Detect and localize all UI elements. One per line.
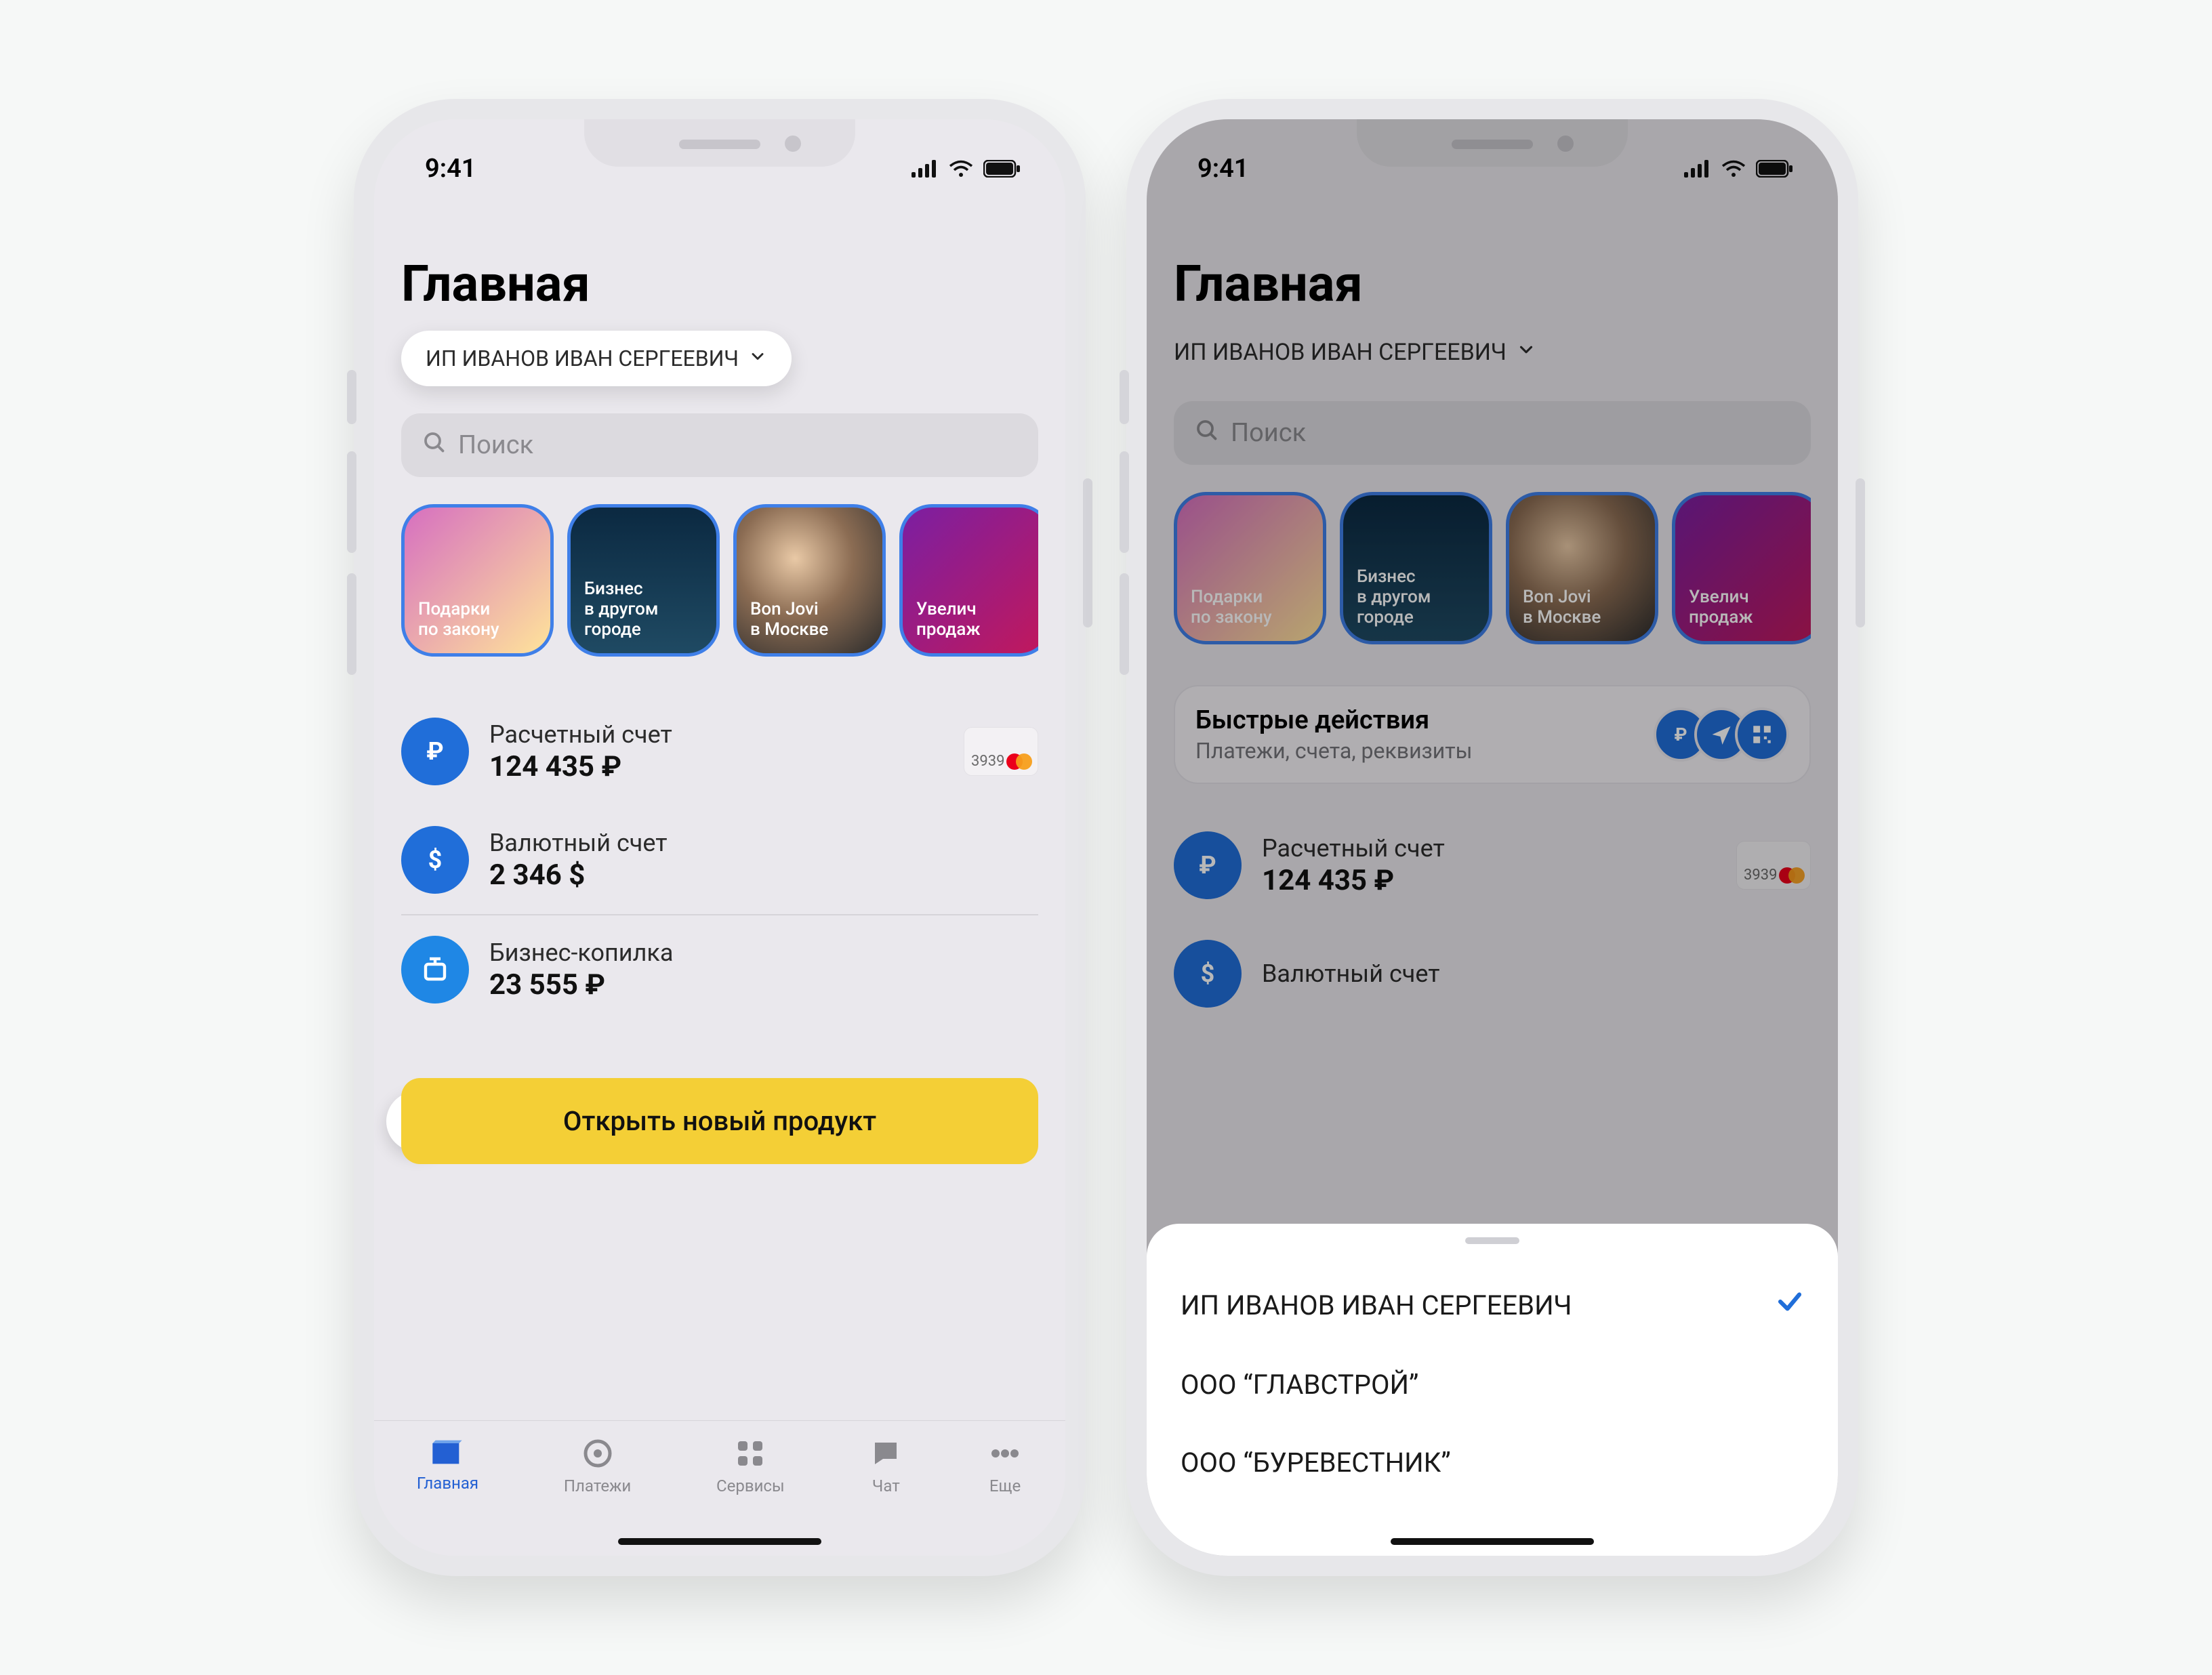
- screen-sheet: 9:41 Главная ИП ИВАНОВ ИВАН СЕРГЕЕ: [1147, 119, 1838, 1556]
- org-selector-label: ИП ИВАНОВ ИВАН СЕРГЕЕВИЧ: [426, 346, 739, 371]
- tab-services[interactable]: Сервисы: [716, 1437, 785, 1495]
- sheet-grip[interactable]: [1465, 1237, 1519, 1244]
- account-label: Бизнес-копилка: [489, 938, 1038, 967]
- account-row[interactable]: ₽ Расчетный счет 124 435 ₽ 3939: [401, 697, 1038, 806]
- account-row[interactable]: Бизнес-копилка 23 555 ₽: [401, 915, 1038, 1024]
- tab-home[interactable]: Главная: [417, 1437, 478, 1493]
- piggy-icon: [401, 936, 469, 1004]
- phone-sheet: 9:41 Главная ИП ИВАНОВ ИВАН СЕРГЕЕ: [1126, 99, 1858, 1576]
- wifi-icon: [948, 160, 974, 178]
- story-card[interactable]: Увелич продаж: [899, 504, 1038, 657]
- tab-bar: Главная Платежи Сервисы Чат Еще: [374, 1420, 1065, 1556]
- notch: [584, 119, 855, 167]
- home-indicator[interactable]: [1391, 1538, 1594, 1545]
- story-card[interactable]: Бизнес в другом городе: [567, 504, 720, 657]
- dollar-icon: $: [401, 826, 469, 894]
- search-icon: [422, 430, 446, 461]
- account-balance: 2 346 $: [489, 859, 1038, 892]
- account-label: Валютный счет: [489, 829, 1038, 857]
- account-balance: 23 555 ₽: [489, 968, 1038, 1001]
- org-picker-sheet: ИП ИВАНОВ ИВАН СЕРГЕЕВИЧ ООО “ГЛАВСТРОЙ”…: [1147, 1224, 1838, 1556]
- account-balance: 124 435 ₽: [489, 750, 943, 783]
- org-option-label: ООО “ГЛАВСТРОЙ”: [1181, 1369, 1418, 1401]
- open-product-button[interactable]: Открыть новый продукт: [401, 1078, 1038, 1164]
- account-label: Расчетный счет: [489, 720, 943, 749]
- svg-text:₽: ₽: [426, 737, 443, 766]
- mockup-canvas: 9:41 Главная ИП ИВАНОВ ИВАН СЕРГЕЕ: [0, 0, 2212, 1675]
- tab-payments[interactable]: Платежи: [564, 1437, 631, 1495]
- story-card[interactable]: Bon Jovi в Москве: [733, 504, 886, 657]
- mastercard-icon: [1006, 753, 1032, 770]
- card-last4: 3939: [971, 753, 1004, 770]
- svg-text:$: $: [428, 846, 443, 874]
- org-option[interactable]: ООО “БУРЕВЕСТНИК”: [1181, 1424, 1804, 1502]
- phone-main: 9:41 Главная ИП ИВАНОВ ИВАН СЕРГЕЕ: [354, 99, 1086, 1576]
- open-product-label: Открыть новый продукт: [563, 1105, 876, 1137]
- battery-icon: [983, 160, 1021, 178]
- org-selector[interactable]: ИП ИВАНОВ ИВАН СЕРГЕЕВИЧ: [401, 331, 792, 386]
- ruble-icon: ₽: [401, 718, 469, 785]
- stories-row[interactable]: Подарки по закону Бизнес в другом городе…: [401, 504, 1038, 657]
- chevron-down-icon: [748, 346, 767, 371]
- org-option[interactable]: ИП ИВАНОВ ИВАН СЕРГЕЕВИЧ: [1181, 1264, 1804, 1346]
- search-input[interactable]: Поиск: [401, 413, 1038, 477]
- page-title: Главная: [401, 255, 1038, 314]
- account-row[interactable]: $ Валютный счет 2 346 $: [401, 806, 1038, 914]
- status-time: 9:41: [425, 154, 476, 184]
- accounts-list: ₽ Расчетный счет 124 435 ₽ 3939: [401, 697, 1038, 1024]
- check-icon: [1776, 1287, 1804, 1323]
- org-option-label: ООО “БУРЕВЕСТНИК”: [1181, 1447, 1451, 1478]
- story-card[interactable]: Подарки по закону: [401, 504, 554, 657]
- tab-more[interactable]: Еще: [987, 1437, 1023, 1495]
- cellular-icon: [912, 160, 939, 178]
- linked-card[interactable]: 3939: [964, 727, 1038, 776]
- tab-chat[interactable]: Чат: [869, 1437, 902, 1495]
- org-option-label: ИП ИВАНОВ ИВАН СЕРГЕЕВИЧ: [1181, 1289, 1572, 1321]
- org-option[interactable]: ООО “ГЛАВСТРОЙ”: [1181, 1346, 1804, 1424]
- search-placeholder: Поиск: [458, 430, 533, 460]
- screen-main: 9:41 Главная ИП ИВАНОВ ИВАН СЕРГЕЕ: [374, 119, 1065, 1556]
- home-indicator[interactable]: [618, 1538, 821, 1545]
